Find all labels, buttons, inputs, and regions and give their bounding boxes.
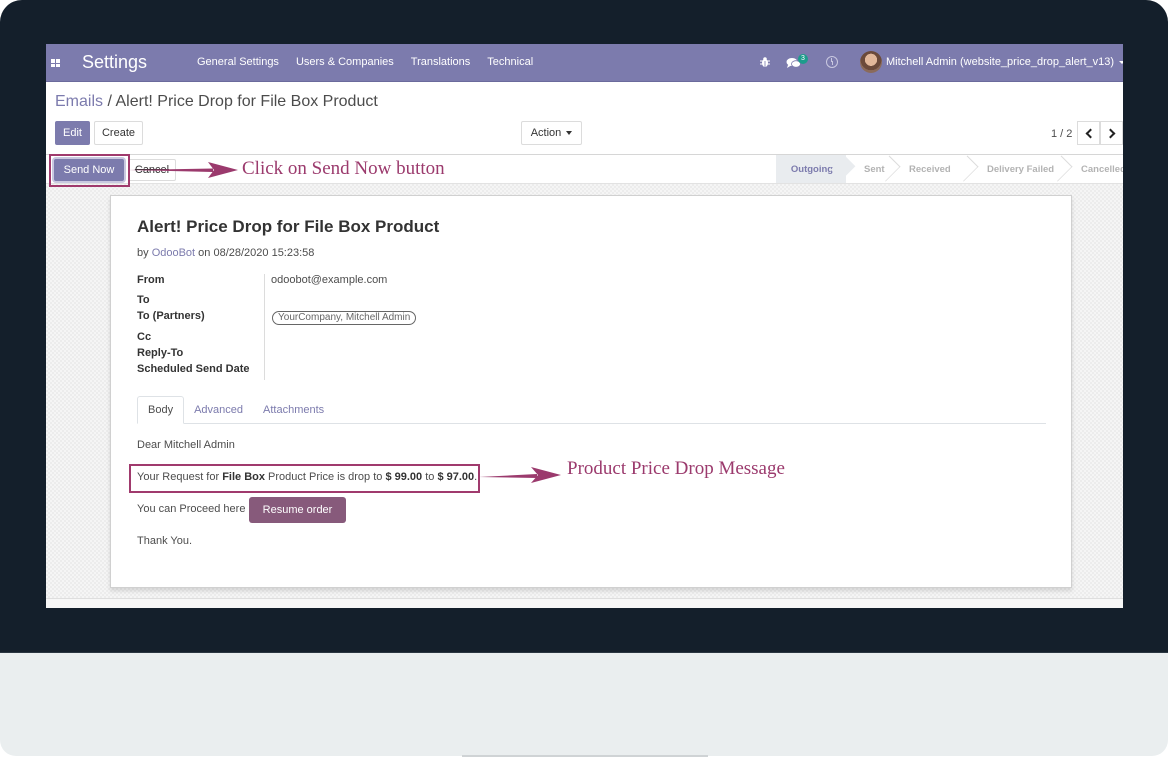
stage-received[interactable]: Received — [891, 155, 969, 183]
caret-down-icon — [566, 131, 573, 135]
tab-body[interactable]: Body — [137, 396, 185, 424]
stage-delivery-failed[interactable]: Delivery Failed — [969, 155, 1063, 183]
user-avatar[interactable] — [860, 51, 882, 73]
resume-order-button[interactable]: Resume order — [249, 497, 346, 523]
breadcrumb-current: Alert! Price Drop for File Box Product — [115, 93, 378, 110]
msg-text: . — [474, 471, 478, 483]
stage-sent[interactable]: Sent — [846, 155, 891, 183]
tab-advanced[interactable]: Advanced — [184, 396, 253, 424]
tab-attachments[interactable]: Attachments — [253, 396, 334, 424]
chevron-left-icon — [1085, 128, 1095, 138]
user-menu[interactable]: Mitchell Admin (website_price_drop_alert… — [886, 56, 1114, 68]
pager-next-button[interactable] — [1100, 121, 1123, 145]
action-dropdown[interactable]: Action — [521, 121, 582, 145]
notebook-tabs: Body Advanced Attachments — [137, 396, 1046, 424]
arrow-icon — [128, 162, 238, 178]
status-stages: Outgoing Sent Received Delivery Failed C… — [776, 155, 1123, 183]
screen: Settings General Settings Users & Compan… — [46, 44, 1123, 608]
message-count-badge: 3 — [798, 54, 808, 64]
highlight-send-now-box — [49, 154, 130, 187]
menu-technical[interactable]: Technical — [487, 56, 533, 68]
email-meta: by OdooBot on 08/28/2020 15:23:58 — [137, 247, 314, 259]
field-divider — [264, 274, 265, 380]
meta-by: by — [137, 247, 149, 259]
msg-text: Product Price is drop to — [265, 471, 386, 483]
breadcrumb: Emails / Alert! Price Drop for File Box … — [55, 93, 378, 111]
label-to-partners: To (Partners) — [137, 310, 205, 322]
label-reply-to: Reply-To — [137, 347, 184, 359]
form-bottom-bar — [46, 598, 1123, 608]
monitor-chin — [0, 652, 1168, 756]
label-scheduled-date: Scheduled Send Date — [137, 363, 250, 375]
bug-icon[interactable] — [759, 56, 771, 68]
apps-grid-icon[interactable] — [51, 59, 60, 67]
body-price-message: Your Request for File Box Product Price … — [137, 471, 477, 483]
form-sheet: Alert! Price Drop for File Box Product b… — [110, 195, 1072, 588]
top-navbar: Settings General Settings Users & Compan… — [46, 44, 1123, 82]
body-proceed-text: You can Proceed here — [137, 503, 246, 515]
body-closing: Thank You. — [137, 535, 193, 547]
action-label: Action — [530, 127, 562, 139]
app-title: Settings — [82, 52, 148, 72]
annotation-send-now: Click on Send Now button — [242, 158, 445, 179]
partner-tag[interactable]: YourCompany, Mitchell Admin — [272, 311, 417, 325]
menu-translations[interactable]: Translations — [411, 56, 471, 68]
body-greeting: Dear Mitchell Admin — [137, 439, 235, 451]
product-name: File Box — [222, 471, 265, 483]
msg-text: to — [422, 471, 438, 483]
edit-button[interactable]: Edit — [55, 121, 90, 145]
breadcrumb-emails[interactable]: Emails — [55, 93, 103, 110]
new-price: $ 97.00 — [437, 471, 475, 483]
label-to: To — [137, 294, 150, 306]
menu-general-settings[interactable]: General Settings — [197, 56, 279, 68]
old-price: $ 99.00 — [385, 471, 423, 483]
stage-outgoing[interactable]: Outgoing — [776, 155, 846, 183]
breadcrumb-separator: / — [107, 93, 112, 110]
stage-cancelled[interactable]: Cancelled — [1063, 155, 1123, 183]
annotation-price-drop: Product Price Drop Message — [567, 458, 785, 479]
caret-down-icon[interactable] — [1119, 61, 1123, 64]
clock-icon[interactable] — [826, 56, 838, 68]
value-from: odoobot@example.com — [271, 274, 388, 286]
label-cc: Cc — [137, 331, 152, 343]
label-from: From — [137, 274, 165, 286]
menu-users-companies[interactable]: Users & Companies — [296, 56, 394, 68]
pager-value: 1 / 2 — [1051, 128, 1073, 140]
device-frame: Settings General Settings Users & Compan… — [0, 0, 1168, 757]
create-button[interactable]: Create — [94, 121, 143, 145]
main-menu: General Settings Users & Companies Trans… — [197, 56, 550, 68]
arrow-icon — [479, 467, 561, 483]
msg-text: Your Request for — [137, 471, 223, 483]
pager-previous-button[interactable] — [1077, 121, 1100, 145]
author-link[interactable]: OdooBot — [152, 247, 195, 259]
meta-date: on 08/28/2020 15:23:58 — [198, 247, 315, 259]
email-subject: Alert! Price Drop for File Box Product — [137, 217, 440, 236]
chevron-right-icon — [1105, 128, 1115, 138]
